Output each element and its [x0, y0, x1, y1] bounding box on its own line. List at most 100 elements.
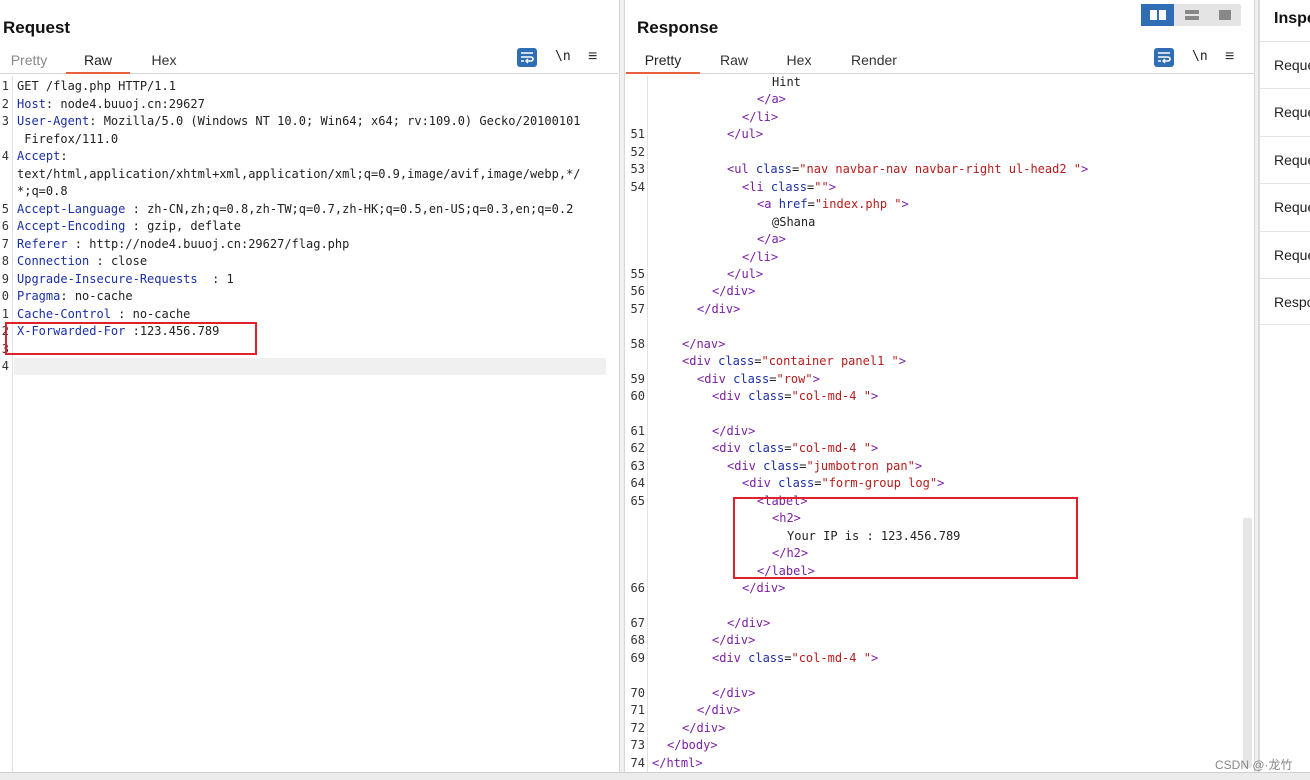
inspector-item-request-cookies[interactable]: Request cookies [1260, 183, 1310, 230]
code-text: </div> [712, 423, 755, 440]
code-text: <div class="jumbotron pan"> [727, 458, 922, 475]
line-number: 57 [630, 301, 645, 316]
line-number: 9 [1, 271, 9, 286]
code-text: <div class="col-md-4 "> [712, 650, 878, 667]
request-code-line: 4 [0, 358, 618, 375]
split-columns-icon[interactable] [1141, 4, 1174, 26]
response-code-line: 58 </nav> [626, 336, 1256, 353]
token-tag: </a> [757, 92, 786, 107]
ip-output-highlight [733, 497, 1078, 579]
token-tag: <ul [727, 162, 756, 177]
token-attr: class [748, 389, 785, 404]
word-wrap-icon[interactable] [517, 48, 537, 67]
response-code-line: 54 <li class=""> [626, 179, 1256, 196]
token-tag: <div [712, 441, 749, 456]
response-code-line: </a> [626, 231, 1256, 248]
word-wrap-icon[interactable] [1154, 48, 1174, 67]
newline-toggle-icon[interactable]: \n [1192, 49, 1208, 64]
token-tag: </ul> [727, 127, 764, 142]
line-number: 65 [630, 493, 645, 508]
token-txt: text/html,application/xhtml+xml,applicat… [17, 166, 581, 181]
line-number: 3 [1, 114, 9, 128]
token-txt: node4.buuoj.cn:29627 [60, 96, 205, 111]
inspector-item-request-query[interactable]: Request query parameters [1260, 88, 1310, 135]
line-number: 67 [630, 615, 645, 630]
line-number: 61 [630, 424, 645, 438]
token-val: "col-md-4 " [791, 441, 871, 456]
code-text: Pragma: no-cache [17, 288, 133, 305]
token-punct: : [45, 96, 61, 111]
code-text: <div class="container panel1 "> [682, 353, 906, 370]
inspector-item-request-attributes[interactable]: Request attributes [1260, 41, 1310, 88]
token-tag: </li> [742, 109, 779, 124]
response-scrollbar[interactable] [1243, 518, 1252, 768]
token-tag: </div> [727, 615, 771, 630]
inspector-item-response-headers[interactable]: Response headers [1260, 278, 1310, 325]
token-attr: class [733, 371, 770, 386]
response-code-line: 60 <div class="col-md-4 "> [626, 388, 1256, 405]
inspector-title: Inspector [1274, 10, 1310, 27]
split-rows-icon[interactable] [1175, 4, 1208, 26]
response-tab-hex[interactable]: Hex [784, 52, 814, 74]
inspector-item-label: Request cookies [1274, 199, 1310, 215]
watermark: CSDN @·龙竹 [1215, 758, 1293, 772]
token-val: "index.php " [814, 197, 902, 212]
response-code-line [626, 318, 1256, 335]
inspector-item-request-headers[interactable]: Request headers [1260, 231, 1310, 278]
token-attr: class [778, 476, 815, 491]
request-tab-pretty[interactable]: Pretty [9, 52, 49, 74]
menu-icon[interactable]: ≡ [1225, 48, 1234, 66]
token-attr: class [755, 162, 793, 177]
response-code-line: @Shana [626, 214, 1256, 231]
newline-toggle-icon[interactable]: \n [555, 49, 571, 64]
token-key: Upgrade-Insecure-Requests [17, 271, 198, 286]
token-txt: no-cache [74, 289, 133, 303]
token-txt: gzip, deflate [147, 219, 241, 233]
response-code-line: <div class="container panel1 "> [626, 353, 1256, 370]
line-number: 60 [630, 389, 645, 404]
request-code-line: 9 Upgrade-Insecure-Requests : 1 [0, 271, 618, 288]
response-tab-render[interactable]: Render [848, 52, 900, 74]
line-number: 7 [1, 236, 9, 251]
code-text: </div> [682, 720, 725, 737]
token-tag: > [870, 389, 879, 404]
response-code-line [626, 598, 1256, 615]
single-pane-icon[interactable] [1208, 4, 1241, 26]
inspector-item-request-body[interactable]: Request body parameters [1260, 136, 1310, 183]
request-editor[interactable]: 1 GET /flag.php HTTP/1.1 2 Host: node4.buuo… [0, 76, 618, 772]
panel-divider[interactable] [619, 0, 625, 772]
code-text: text/html,application/xhtml+xml,applicat… [17, 166, 581, 183]
token-tag: </div> [712, 633, 756, 648]
token-tag: </div> [682, 720, 726, 735]
line-number: 53 [630, 162, 645, 177]
response-tab-raw[interactable]: Raw [718, 52, 750, 74]
token-txt: *;q=0.8 [17, 184, 68, 198]
line-number: 1 [1, 79, 9, 93]
response-toolbar: \n ≡ [1154, 48, 1249, 70]
request-code-line: 2 Host: node4.buuoj.cn:29627 [0, 96, 618, 113]
request-tab-hex[interactable]: Hex [147, 52, 181, 74]
code-text: Firefox/111.0 [17, 131, 118, 148]
token-txt: Mozilla/5.0 (Windows NT 10.0; Win64; x64… [103, 114, 581, 128]
line-number: 71 [630, 703, 645, 718]
menu-icon[interactable]: ≡ [588, 48, 597, 66]
request-title: Request [3, 18, 71, 37]
token-tag: </div> [697, 703, 741, 718]
request-tab-raw[interactable]: Raw [66, 52, 130, 74]
response-editor[interactable]: Hint </a> </li> 51 </ul> 52 53 <ul class="nav n… [626, 75, 1256, 772]
response-code-line: 73 </body> [626, 737, 1256, 754]
line-number: 62 [630, 441, 645, 456]
token-txt: @Shana [772, 214, 816, 229]
token-punct: : [89, 254, 111, 268]
code-text: Referer : http://node4.buuoj.cn:29627/fl… [17, 236, 349, 253]
token-tag: <div [742, 476, 779, 491]
response-tab-pretty[interactable]: Pretty [626, 52, 700, 74]
token-punct: : [197, 271, 227, 286]
request-code-line: 6 Accept-Encoding : gzip, deflate [0, 218, 618, 235]
token-attr: class [770, 179, 808, 194]
token-punct: : [110, 306, 133, 321]
token-punct: : [125, 201, 148, 216]
response-code-line: 63 <div class="jumbotron pan"> [626, 458, 1256, 475]
code-text: </ul> [727, 126, 763, 143]
request-code-line: 1 GET /flag.php HTTP/1.1 [0, 78, 618, 95]
